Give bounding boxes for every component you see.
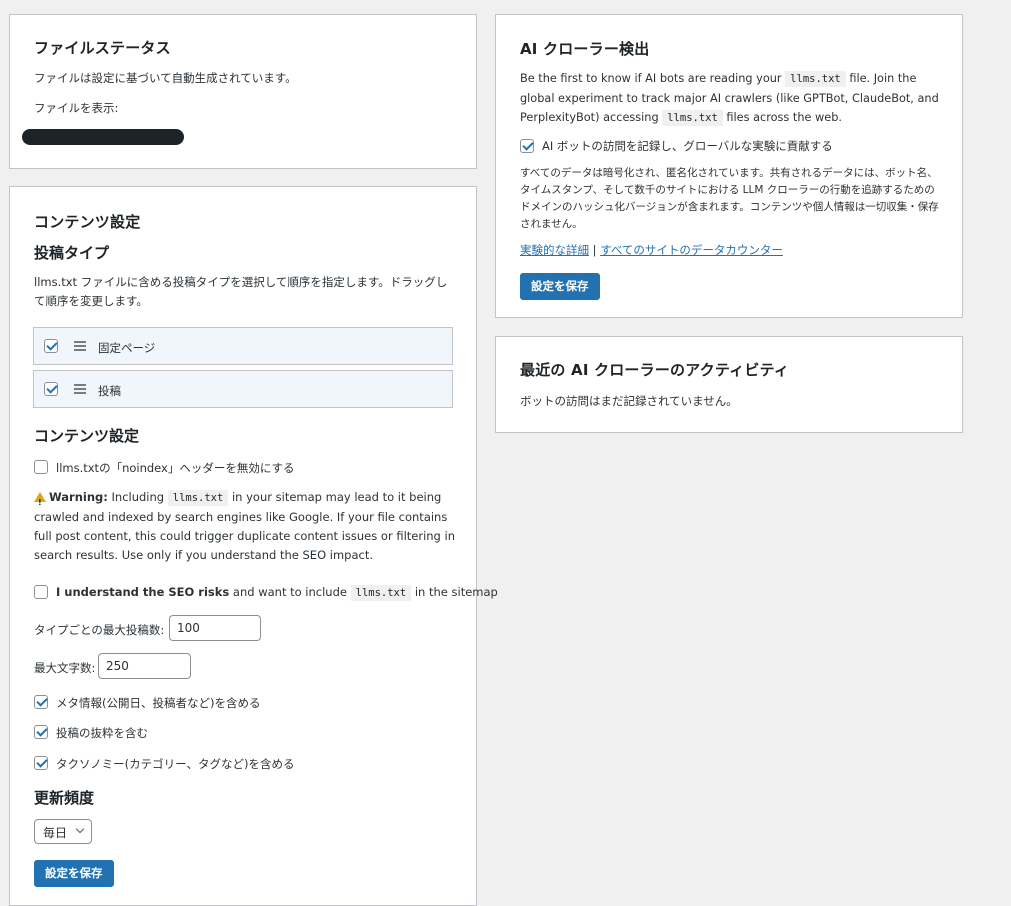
warning-code: llms.txt bbox=[167, 490, 229, 506]
chevron-down-icon bbox=[75, 824, 85, 834]
include-excerpt-checkbox[interactable] bbox=[34, 725, 48, 739]
activity-title: 最近の AI クローラーのアクティビティ bbox=[520, 361, 790, 379]
ai-crawler-panel: AI クローラー検出 Be the first to know if AI bo… bbox=[495, 14, 963, 318]
privacy-note: すべてのデータは暗号化され、匿名化されています。共有されるデータには、ボット名、… bbox=[520, 167, 939, 230]
max-words-label: 最大文字数: bbox=[34, 661, 96, 675]
warning-icon bbox=[34, 492, 46, 512]
ai-opt-in-checkbox[interactable] bbox=[520, 139, 534, 153]
noindex-label: llms.txtの「noindex」ヘッダーを無効にする bbox=[56, 461, 295, 475]
view-file-label: ファイルを表示: bbox=[34, 101, 119, 115]
include-taxonomy-checkbox[interactable] bbox=[34, 756, 48, 770]
include-excerpt-label: 投稿の抜粋を含む bbox=[56, 726, 148, 740]
drag-handle-icon[interactable] bbox=[74, 384, 86, 394]
activity-empty-message: ボットの訪問はまだ記録されていません。 bbox=[520, 394, 738, 408]
max-posts-input[interactable] bbox=[169, 615, 261, 641]
post-type-label: 固定ページ bbox=[98, 341, 156, 355]
drag-handle-icon[interactable] bbox=[74, 341, 86, 351]
include-meta-checkbox[interactable] bbox=[34, 695, 48, 709]
ai-crawler-intro: Be the first to know if AI bots are read… bbox=[520, 69, 944, 128]
file-status-title: ファイルステータス bbox=[34, 39, 171, 57]
ai-opt-in-label: AI ボットの訪問を記録し、グローバルな実験に貢献する bbox=[542, 139, 833, 153]
frequency-select[interactable]: 毎日 bbox=[34, 819, 92, 844]
post-type-page-checkbox[interactable] bbox=[44, 339, 58, 353]
content-settings-panel: コンテンツ設定 投稿タイプ llms.txt ファイルに含める投稿タイプを選択し… bbox=[9, 186, 498, 906]
seo-risk-checkbox[interactable] bbox=[34, 585, 48, 599]
include-taxonomy-label: タクソノミー(カテゴリー、タグなど)を含める bbox=[56, 757, 295, 771]
save-ai-settings-button[interactable]: 設定を保存 bbox=[520, 273, 600, 300]
sitemap-warning: Warning: Including llms.txt in your site… bbox=[34, 488, 458, 565]
warning-text-before: Including bbox=[107, 490, 168, 504]
noindex-checkbox[interactable] bbox=[34, 460, 48, 474]
frequency-value: 毎日 bbox=[43, 826, 68, 840]
post-types-heading: 投稿タイプ bbox=[34, 244, 110, 262]
max-words-input[interactable] bbox=[98, 653, 191, 679]
experiment-details-link[interactable]: 実験的な詳細 bbox=[520, 243, 589, 257]
max-posts-label: タイプごとの最大投稿数: bbox=[34, 623, 165, 637]
frequency-heading: 更新頻度 bbox=[34, 789, 95, 807]
file-status-description: ファイルは設定に基づいて自動生成されています。 bbox=[34, 71, 297, 85]
intro-text-3: files across the web. bbox=[722, 111, 842, 124]
seo-risk-text-before: and want to include bbox=[229, 585, 351, 599]
intro-code-2: llms.txt bbox=[662, 110, 723, 126]
data-counter-link[interactable]: すべてのサイトのデータカウンター bbox=[600, 243, 783, 257]
ai-activity-panel: 最近の AI クローラーのアクティビティ ボットの訪問はまだ記録されていません。 bbox=[495, 336, 963, 433]
include-meta-label: メタ情報(公開日、投稿者など)を含める bbox=[56, 696, 261, 710]
seo-risk-text-after: in the sitemap bbox=[411, 585, 498, 599]
warning-strong: Warning: bbox=[49, 490, 108, 504]
file-status-panel: ファイルステータス ファイルは設定に基づいて自動生成されています。 ファイルを表… bbox=[9, 14, 477, 169]
redacted-file-link[interactable] bbox=[22, 129, 184, 145]
ai-links: 実験的な詳細 | すべてのサイトのデータカウンター bbox=[520, 242, 783, 258]
save-content-settings-button[interactable]: 設定を保存 bbox=[34, 860, 114, 887]
post-type-label: 投稿 bbox=[98, 384, 121, 398]
intro-text-1: Be the first to know if AI bots are read… bbox=[520, 72, 786, 85]
seo-risk-strong: I understand the SEO risks bbox=[56, 585, 230, 599]
post-type-item-page[interactable]: 固定ページ bbox=[33, 327, 453, 365]
content-heading: コンテンツ設定 bbox=[34, 427, 140, 445]
intro-code-1: llms.txt bbox=[785, 71, 846, 87]
seo-risk-label: I understand the SEO risks and want to i… bbox=[56, 585, 498, 601]
content-settings-title: コンテンツ設定 bbox=[34, 213, 141, 231]
ai-crawler-title: AI クローラー検出 bbox=[520, 40, 650, 58]
link-separator: | bbox=[589, 243, 601, 257]
seo-risk-code: llms.txt bbox=[350, 585, 412, 601]
post-type-post-checkbox[interactable] bbox=[44, 382, 58, 396]
post-types-description: llms.txt ファイルに含める投稿タイプを選択して順序を指定します。ドラッグ… bbox=[34, 275, 448, 308]
post-type-item-post[interactable]: 投稿 bbox=[33, 370, 453, 408]
